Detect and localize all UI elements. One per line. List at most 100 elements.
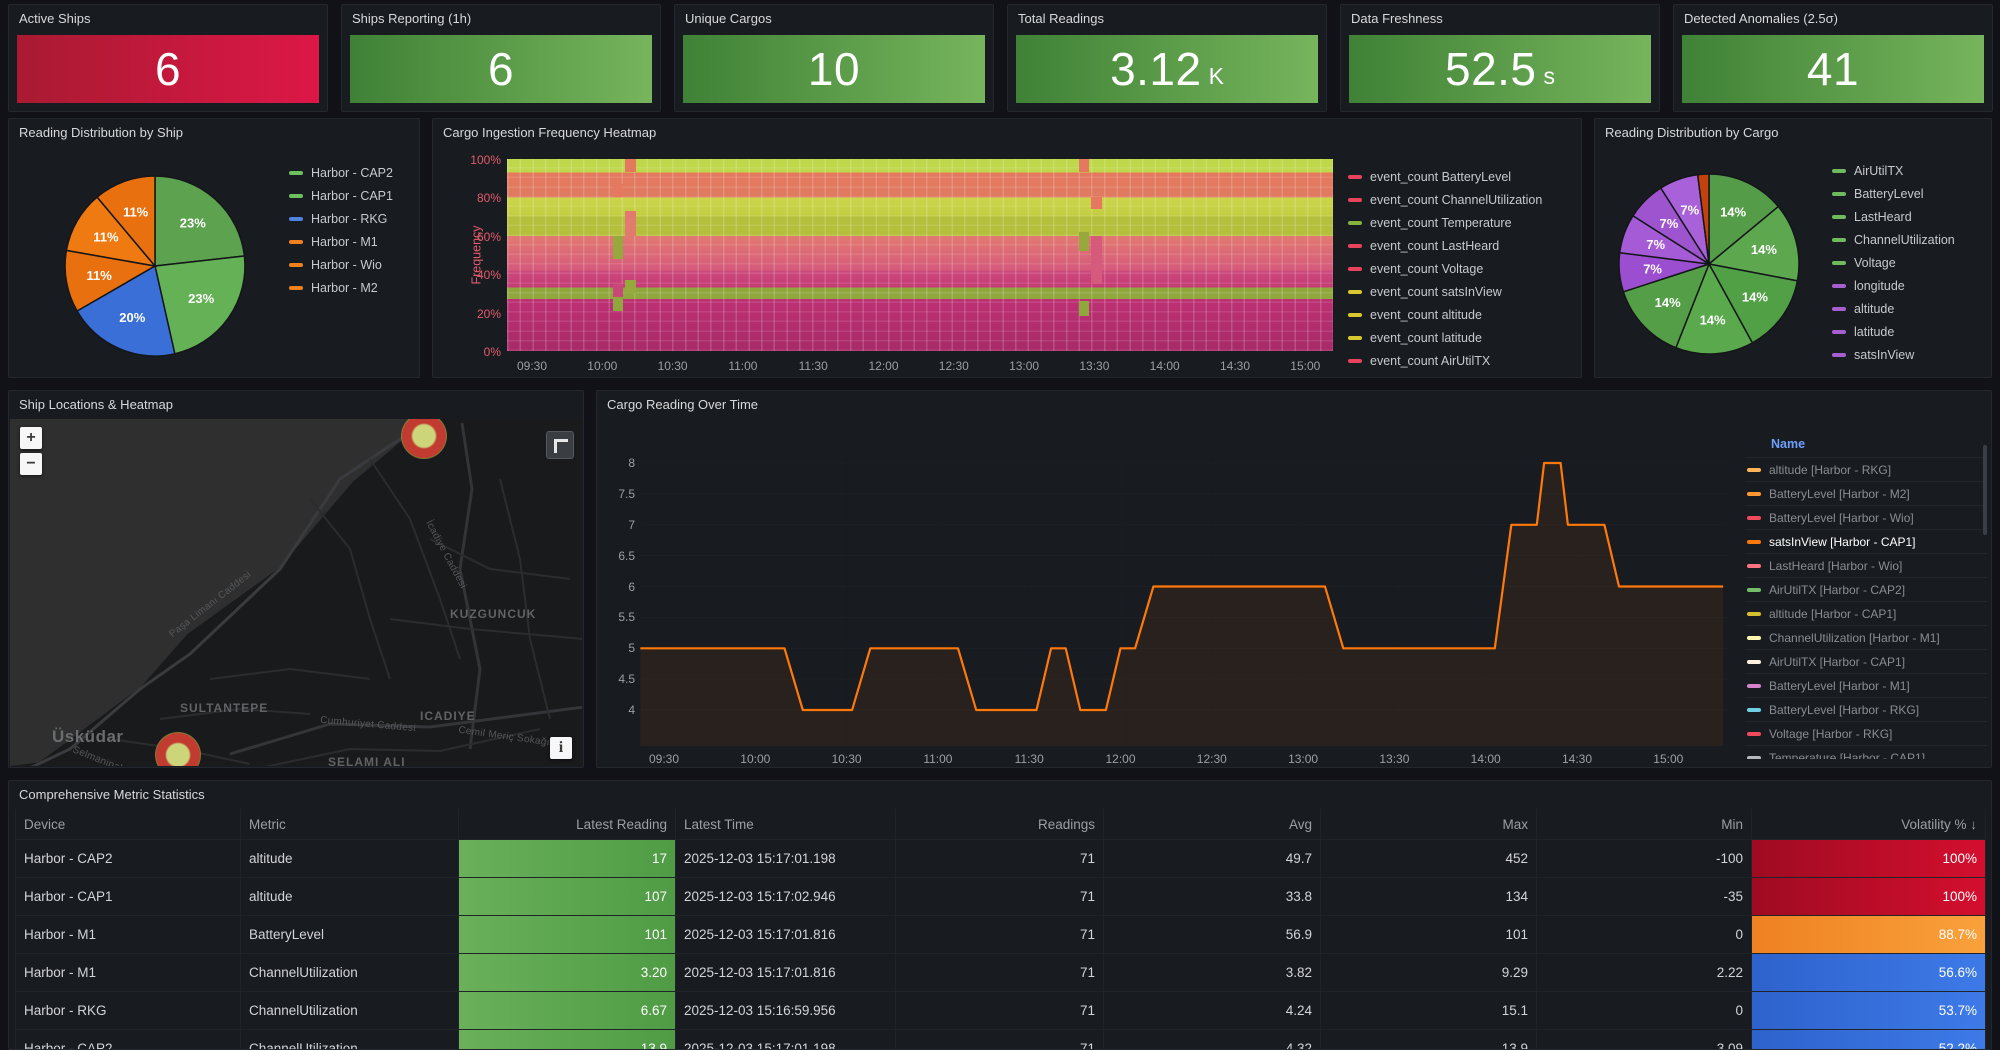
legend-item-Harbor - RKG[interactable]: Harbor - RKG: [289, 207, 393, 230]
timeseries-legend-item[interactable]: AirUtilTX [Harbor - CAP1]: [1745, 649, 1987, 673]
legend-name-header[interactable]: Name: [1745, 435, 1987, 457]
timeseries-legend-item[interactable]: BatteryLevel [Harbor - RKG]: [1745, 697, 1987, 721]
legend-item-longitude[interactable]: longitude: [1832, 274, 1955, 297]
column-header-readings[interactable]: Readings: [896, 809, 1104, 840]
pie-slice-label: 11%: [123, 205, 149, 220]
timeseries-legend-item[interactable]: BatteryLevel [Harbor - Wio]: [1745, 505, 1987, 529]
stat-value: 52.5: [1445, 42, 1537, 96]
stat-title[interactable]: Data Freshness: [1341, 5, 1659, 33]
map-info-button[interactable]: i: [550, 737, 572, 759]
legend-item-Harbor - CAP1[interactable]: Harbor - CAP1: [289, 184, 393, 207]
heatmap-x-tick: 14:00: [1143, 359, 1187, 373]
legend-label: altitude [Harbor - CAP1]: [1769, 607, 1896, 621]
cell-time: 2025-12-03 15:17:01.198: [676, 1030, 896, 1050]
map-layers-button[interactable]: [546, 431, 574, 459]
heatmap-legend-item[interactable]: event_count Voltage: [1348, 257, 1542, 280]
stat-title[interactable]: Detected Anomalies (2.5σ): [1674, 5, 1992, 33]
timeseries-legend-item[interactable]: ChannelUtilization [Harbor - M1]: [1745, 625, 1987, 649]
timeseries-legend-item[interactable]: Voltage [Harbor - RKG]: [1745, 721, 1987, 745]
heatmap-legend-item[interactable]: event_count LastHeard: [1348, 234, 1542, 257]
timeseries-legend-item[interactable]: altitude [Harbor - RKG]: [1745, 457, 1987, 481]
column-header-min[interactable]: Min: [1537, 809, 1752, 840]
stat-title[interactable]: Active Ships: [9, 5, 327, 33]
legend-swatch-icon: [1348, 313, 1362, 317]
heatmap-cell: [613, 236, 624, 259]
legend-item-satsInView[interactable]: satsInView: [1832, 343, 1955, 366]
timeseries-legend-item[interactable]: BatteryLevel [Harbor - M2]: [1745, 481, 1987, 505]
stat-panel-0: Active Ships6: [8, 4, 328, 112]
legend-swatch-icon: [1348, 244, 1362, 248]
legend-item-Harbor - Wio[interactable]: Harbor - Wio: [289, 253, 393, 276]
legend-swatch-icon: [1348, 198, 1362, 202]
heatmap-legend-item[interactable]: event_count latitude: [1348, 326, 1542, 349]
legend-swatch-icon: [1832, 261, 1846, 265]
cell-avg: 49.7: [1104, 840, 1321, 878]
map-zoom-out-button[interactable]: −: [20, 453, 42, 475]
timeseries-legend-item[interactable]: LastHeard [Harbor - Wio]: [1745, 553, 1987, 577]
legend-item-altitude[interactable]: altitude: [1832, 297, 1955, 320]
legend-item-Voltage[interactable]: Voltage: [1832, 251, 1955, 274]
legend-swatch-icon: [289, 286, 303, 290]
legend-item-BatteryLevel[interactable]: BatteryLevel: [1832, 182, 1955, 205]
heatmap-cell: [625, 280, 636, 293]
legend-scrollbar[interactable]: [1983, 445, 1987, 535]
stat-unit: K: [1209, 63, 1224, 90]
timeseries-legend-item[interactable]: satsInView [Harbor - CAP1]: [1745, 529, 1987, 553]
timeseries-legend-item[interactable]: BatteryLevel [Harbor - M1]: [1745, 673, 1987, 697]
legend-swatch-icon: [1348, 290, 1362, 294]
pie-slice-label: 23%: [180, 216, 206, 231]
stat-title[interactable]: Unique Cargos: [675, 5, 993, 33]
column-header-metric[interactable]: Metric: [241, 809, 459, 840]
heatmap-legend-item[interactable]: event_count altitude: [1348, 303, 1542, 326]
timeseries-legend-item[interactable]: altitude [Harbor - CAP1]: [1745, 601, 1987, 625]
map-label-area: ICADIYE: [420, 709, 476, 723]
column-header-label: Device: [24, 817, 65, 832]
stat-title[interactable]: Total Readings: [1008, 5, 1326, 33]
legend-item-ChannelUtilization[interactable]: ChannelUtilization: [1832, 228, 1955, 251]
timeseries-x-tick: 13:00: [1281, 752, 1325, 766]
legend-item-latitude[interactable]: latitude: [1832, 320, 1955, 343]
legend-item-Harbor - M1[interactable]: Harbor - M1: [289, 230, 393, 253]
legend-item-Harbor - M2[interactable]: Harbor - M2: [289, 276, 393, 299]
legend-swatch-icon: [1348, 359, 1362, 363]
column-header-latest-time[interactable]: Latest Time: [676, 809, 896, 840]
legend-item-LastHeard[interactable]: LastHeard: [1832, 205, 1955, 228]
map-label-area: KUZGUNCUK: [450, 607, 536, 621]
cell-min: 2.22: [1537, 954, 1752, 992]
stat-panel-2: Unique Cargos 10: [674, 4, 994, 112]
timeseries-legend-item[interactable]: AirUtilTX [Harbor - CAP2]: [1745, 577, 1987, 601]
stat-value: 10: [808, 42, 860, 96]
heatmap-legend-item[interactable]: event_count satsInView: [1348, 280, 1542, 303]
panel-title[interactable]: Cargo Ingestion Frequency Heatmap: [433, 119, 1581, 147]
legend-item-Harbor - CAP2[interactable]: Harbor - CAP2: [289, 161, 393, 184]
timeseries-y-tick: 6: [597, 580, 635, 594]
map-canvas[interactable]: KUZGUNCUKSULTANTEPEICADIYESELAMI ALIÜskü…: [10, 419, 582, 766]
column-header-avg[interactable]: Avg: [1104, 809, 1321, 840]
heatmap-legend-item[interactable]: event_count ChannelUtilization: [1348, 188, 1542, 211]
cell-latest: 13.9: [459, 1030, 676, 1050]
stat-title[interactable]: Ships Reporting (1h): [342, 5, 660, 33]
heatmap-cell: [625, 211, 636, 236]
legend-item-AirUtilTX[interactable]: AirUtilTX: [1832, 159, 1955, 182]
column-header-latest-reading[interactable]: Latest Reading: [459, 809, 676, 840]
heatmap-legend-item[interactable]: event_count BatteryLevel: [1348, 165, 1542, 188]
column-header-max[interactable]: Max: [1321, 809, 1537, 840]
map-zoom-in-button[interactable]: +: [20, 427, 42, 449]
pie-slice-label: 14%: [1655, 295, 1681, 310]
timeseries-y-tick: 7: [597, 518, 635, 532]
legend-label: LastHeard: [1854, 210, 1912, 224]
heatmap-legend-item[interactable]: event_count Temperature: [1348, 211, 1542, 234]
panel-title[interactable]: Comprehensive Metric Statistics: [9, 781, 1991, 809]
map-label-area: SELAMI ALI: [328, 755, 406, 766]
heatmap-legend-item[interactable]: event_count AirUtilTX: [1348, 349, 1542, 372]
column-header-label: Avg: [1289, 817, 1312, 832]
stat-value-block: 3.12K: [1016, 35, 1318, 103]
legend-swatch-icon: [289, 240, 303, 244]
legend-label: event_count ChannelUtilization: [1370, 193, 1542, 207]
column-header-volatility-[interactable]: Volatility % ↓: [1752, 809, 1986, 840]
cell-latest-gauge: 3.20: [459, 954, 675, 991]
column-header-device[interactable]: Device: [16, 809, 241, 840]
timeseries-legend-item[interactable]: Temperature [Harbor - CAP1]: [1745, 745, 1987, 759]
panel-map: Ship Locations & Heatmap KUZGUNCUKSULTAN…: [8, 390, 584, 768]
panel-title[interactable]: Ship Locations & Heatmap: [9, 391, 583, 419]
